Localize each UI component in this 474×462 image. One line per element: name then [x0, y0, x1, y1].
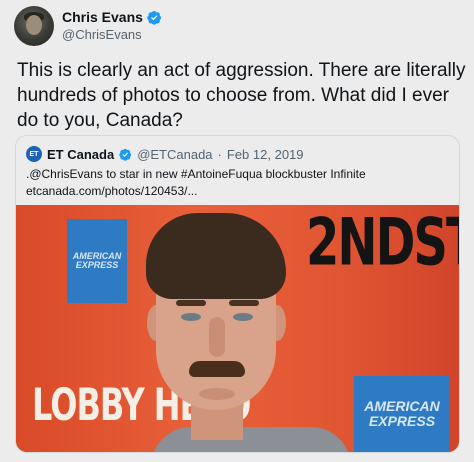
verified-badge-icon: [119, 148, 132, 161]
quoted-tweet-date[interactable]: Feb 12, 2019: [227, 147, 304, 162]
tweet-text: This is clearly an act of aggression. Th…: [17, 60, 466, 131]
separator-dot: ·: [217, 146, 222, 162]
quoted-tweet-link[interactable]: etcanada.com/photos/120453/...: [26, 184, 197, 198]
verified-badge-icon: [147, 10, 162, 25]
author-display-name[interactable]: Chris Evans: [62, 9, 143, 25]
quoted-tweet[interactable]: ET ET Canada @ETCanada · Feb 12, 2019 .@…: [15, 135, 460, 453]
author-avatar[interactable]: [14, 6, 54, 46]
author-name-row[interactable]: Chris Evans: [62, 9, 162, 25]
amex-logo-right: AMERICAN EXPRESS: [354, 376, 450, 452]
author-handle[interactable]: @ChrisEvans: [62, 27, 142, 42]
quoted-tweet-header: ET ET Canada @ETCanada · Feb 12, 2019: [26, 146, 304, 162]
quoted-author-display-name[interactable]: ET Canada: [47, 147, 114, 162]
quoted-tweet-photo[interactable]: AMERICAN EXPRESS 2NDSTA LOBBY HERO AMERI…: [16, 205, 459, 452]
tweet-card[interactable]: Chris Evans @ChrisEvans This is clearly …: [0, 0, 474, 462]
quoted-tweet-text: .@ChrisEvans to star in new #AntoineFuqu…: [26, 167, 366, 181]
quoted-author-avatar[interactable]: ET: [26, 146, 42, 162]
person-portrait: [111, 205, 361, 452]
quoted-author-handle[interactable]: @ETCanada: [137, 147, 212, 162]
